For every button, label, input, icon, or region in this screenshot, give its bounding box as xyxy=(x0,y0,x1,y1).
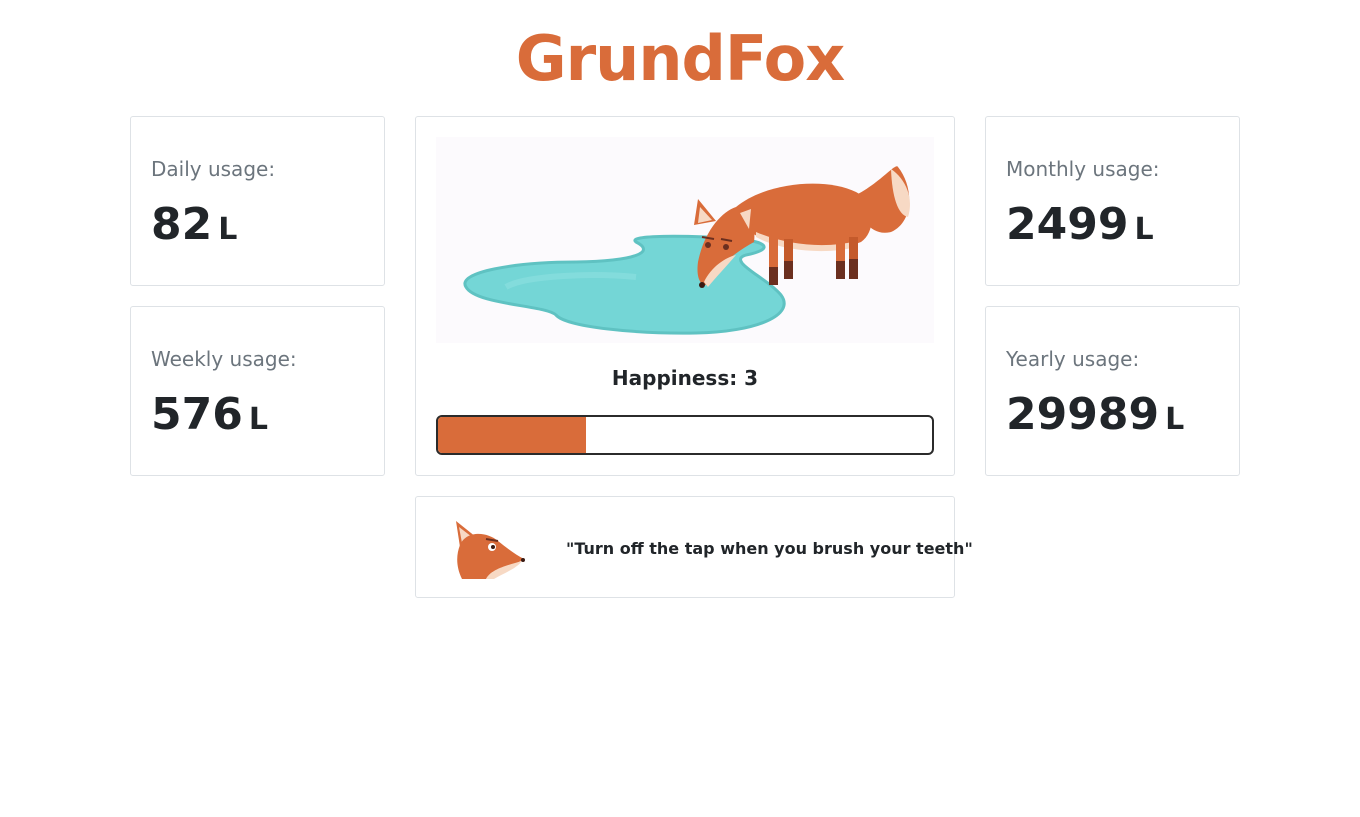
monthly-usage-label: Monthly usage: xyxy=(1006,157,1160,181)
fox-drinking-illustration xyxy=(436,137,934,343)
tip-card: "Turn off the tap when you brush your te… xyxy=(415,496,973,598)
happiness-progress-fill xyxy=(438,417,587,453)
weekly-usage-value: 576 xyxy=(151,389,243,440)
monthly-usage-card: Monthly usage: 2499 L xyxy=(985,116,1240,286)
fox-head-icon xyxy=(456,521,525,579)
app-title: GrundFox xyxy=(515,22,846,95)
yearly-usage-value: 29989 xyxy=(1006,389,1160,440)
fox-drinking-icon xyxy=(463,166,911,335)
yearly-usage-unit: L xyxy=(1165,402,1185,437)
monthly-usage-unit: L xyxy=(1134,212,1154,247)
happiness-label: Happiness: 3 xyxy=(611,366,759,390)
yearly-usage-value-wrap: 29989 L xyxy=(1006,389,1184,440)
yearly-usage-label: Yearly usage: xyxy=(1006,347,1140,371)
daily-usage-value: 82 xyxy=(151,199,213,250)
weekly-usage-label: Weekly usage: xyxy=(151,347,297,371)
yearly-usage-card: Yearly usage: 29989 L xyxy=(985,306,1240,476)
daily-usage-value-wrap: 82 L xyxy=(151,199,237,250)
monthly-usage-value: 2499 xyxy=(1006,199,1129,250)
weekly-usage-unit: L xyxy=(248,402,268,437)
daily-usage-card: Daily usage: 82 L xyxy=(130,116,385,286)
tip-text: "Turn off the tap when you brush your te… xyxy=(566,539,973,558)
daily-usage-label: Daily usage: xyxy=(151,157,276,181)
happiness-progress-bar xyxy=(436,415,934,455)
weekly-usage-card: Weekly usage: 576 L xyxy=(130,306,385,476)
weekly-usage-value-wrap: 576 L xyxy=(151,389,268,440)
monthly-usage-value-wrap: 2499 L xyxy=(1006,199,1154,250)
daily-usage-unit: L xyxy=(218,212,238,247)
fox-status-card: Happiness: 3 xyxy=(415,116,955,476)
